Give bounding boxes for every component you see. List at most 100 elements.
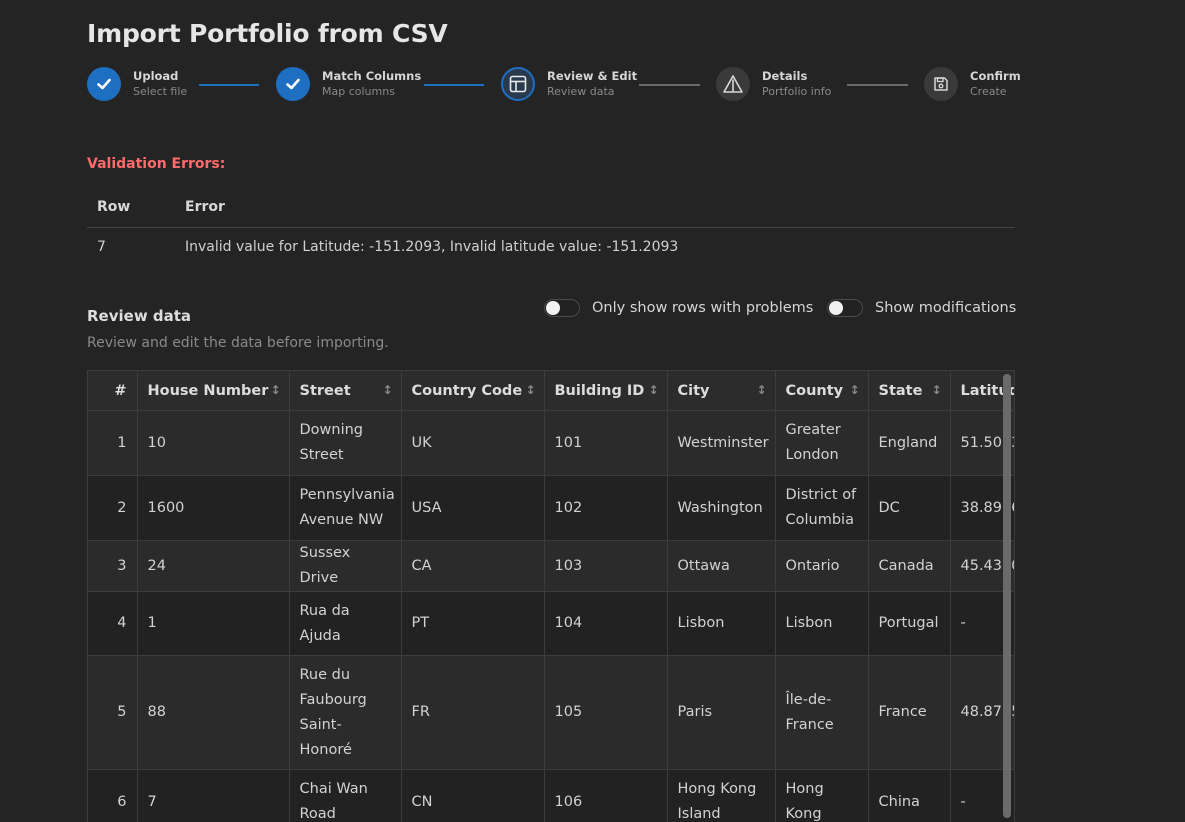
cell-house-number[interactable]: 1600 <box>137 475 290 541</box>
cell-country-code[interactable]: FR <box>401 655 545 770</box>
show-modifications-toggle[interactable] <box>827 299 863 317</box>
table-row: 5 88 Rue du Faubourg Saint-Honoré FR 105… <box>88 655 1014 770</box>
cell-county[interactable]: Lisbon <box>775 591 869 656</box>
step-connector <box>199 84 259 86</box>
import-page: Import Portfolio from CSV Upload Select … <box>0 0 1185 822</box>
step-label: Match Columns <box>322 69 422 83</box>
cell-country-code[interactable]: CN <box>401 769 545 822</box>
stepper: Upload Select file Match Columns Map col… <box>87 67 1021 105</box>
cell-state[interactable]: DC <box>868 475 951 541</box>
cell-building-id[interactable]: 104 <box>544 591 668 656</box>
column-header-city[interactable]: City ↕ <box>667 371 776 411</box>
review-title: Review data <box>87 307 192 325</box>
cell-street[interactable]: Downing Street <box>289 410 402 476</box>
sort-icon[interactable]: ↕ <box>382 383 392 397</box>
page-title: Import Portfolio from CSV <box>87 19 448 48</box>
cell-county[interactable]: Ontario <box>775 540 869 592</box>
column-header-label: Street <box>299 382 351 399</box>
sort-icon[interactable]: ↕ <box>931 383 941 397</box>
cell-building-id[interactable]: 102 <box>544 475 668 541</box>
cell-city[interactable]: Washington <box>667 475 776 541</box>
step-label: Details <box>762 69 808 83</box>
cell-city[interactable]: Paris <box>667 655 776 770</box>
cell-index: 1 <box>88 410 138 476</box>
column-header-label: County <box>785 382 844 399</box>
column-header-label: Country Code <box>411 382 523 399</box>
cell-street[interactable]: Pennsylvania Avenue NW <box>289 475 402 541</box>
review-data-grid: # House Number ↕ Street ↕ Country Code ↕ Bu… <box>87 370 1015 822</box>
cell-state[interactable]: China <box>868 769 951 822</box>
cell-street[interactable]: Chai Wan Road <box>289 769 402 822</box>
column-header-label: State <box>878 382 923 399</box>
column-header-index[interactable]: # <box>88 371 138 411</box>
step-label: Review & Edit <box>547 69 638 83</box>
column-header-error: Error <box>175 187 1015 228</box>
sort-icon[interactable]: ↕ <box>756 383 766 397</box>
cell-country-code[interactable]: CA <box>401 540 545 592</box>
cell-building-id[interactable]: 106 <box>544 769 668 822</box>
only-problems-toggle[interactable] <box>544 299 580 317</box>
cell-state[interactable]: France <box>868 655 951 770</box>
step-connector <box>639 84 700 86</box>
cell-house-number[interactable]: 1 <box>137 591 290 656</box>
warning-icon <box>716 67 750 101</box>
cell-city[interactable]: Hong Kong Island <box>667 769 776 822</box>
column-header-label: Building ID <box>554 382 645 399</box>
cell-city[interactable]: Ottawa <box>667 540 776 592</box>
cell-country-code[interactable]: PT <box>401 591 545 656</box>
cell-index: 3 <box>88 540 138 592</box>
cell-street[interactable]: Rue du Faubourg Saint-Honoré <box>289 655 402 770</box>
column-header-state[interactable]: State ↕ <box>868 371 951 411</box>
table-row: 4 1 Rua da Ajuda PT 104 Lisbon Lisbon Po… <box>88 591 1014 656</box>
step-subtitle: Map columns <box>322 85 395 98</box>
table-row: 1 10 Downing Street UK 101 Westminster G… <box>88 410 1014 476</box>
cell-house-number[interactable]: 88 <box>137 655 290 770</box>
vertical-scrollbar[interactable] <box>1003 374 1011 818</box>
error-message: Invalid value for Latitude: -151.2093, I… <box>185 239 679 255</box>
sort-icon[interactable]: ↕ <box>525 383 535 397</box>
cell-street[interactable]: Rua da Ajuda <box>289 591 402 656</box>
column-header-building-id[interactable]: Building ID ↕ <box>544 371 668 411</box>
cell-state[interactable]: Canada <box>868 540 951 592</box>
check-icon <box>276 67 310 101</box>
cell-house-number[interactable]: 7 <box>137 769 290 822</box>
column-header-county[interactable]: County ↕ <box>775 371 869 411</box>
cell-county[interactable]: Hong Kong <box>775 769 869 822</box>
cell-building-id[interactable]: 105 <box>544 655 668 770</box>
table-icon <box>501 67 535 101</box>
cell-country-code[interactable]: USA <box>401 475 545 541</box>
cell-building-id[interactable]: 103 <box>544 540 668 592</box>
cell-building-id[interactable]: 101 <box>544 410 668 476</box>
sort-icon[interactable]: ↕ <box>270 383 280 397</box>
toggle-modifications-row[interactable]: Show modifications <box>827 299 1016 317</box>
cell-house-number[interactable]: 24 <box>137 540 290 592</box>
cell-index: 5 <box>88 655 138 770</box>
check-icon <box>87 67 121 101</box>
cell-index: 4 <box>88 591 138 656</box>
validation-errors-table: Row Error 7 Invalid value for Latitude: … <box>87 187 1015 266</box>
cell-city[interactable]: Westminster <box>667 410 776 476</box>
cell-county[interactable]: Greater London <box>775 410 869 476</box>
table-row: 6 7 Chai Wan Road CN 106 Hong Kong Islan… <box>88 769 1014 822</box>
cell-state[interactable]: England <box>868 410 951 476</box>
column-header-house-number[interactable]: House Number ↕ <box>137 371 290 411</box>
sort-icon[interactable]: ↕ <box>648 383 658 397</box>
step-subtitle: Review data <box>547 85 615 98</box>
sort-icon[interactable]: ↕ <box>849 383 859 397</box>
cell-country-code[interactable]: UK <box>401 410 545 476</box>
cell-index: 6 <box>88 769 138 822</box>
cell-street[interactable]: Sussex Drive <box>289 540 402 592</box>
step-connector <box>847 84 908 86</box>
cell-state[interactable]: Portugal <box>868 591 951 656</box>
cell-county[interactable]: District of Columbia <box>775 475 869 541</box>
review-data-table: # House Number ↕ Street ↕ Country Code ↕ Bu… <box>88 371 1014 822</box>
cell-index: 2 <box>88 475 138 541</box>
cell-city[interactable]: Lisbon <box>667 591 776 656</box>
column-header-street[interactable]: Street ↕ <box>289 371 402 411</box>
review-subtitle: Review and edit the data before importin… <box>87 335 389 351</box>
column-header-country-code[interactable]: Country Code ↕ <box>401 371 545 411</box>
toggle-problems-row[interactable]: Only show rows with problems <box>544 299 813 317</box>
cell-house-number[interactable]: 10 <box>137 410 290 476</box>
cell-county[interactable]: Île-de-France <box>775 655 869 770</box>
validation-errors-title: Validation Errors: <box>87 156 226 172</box>
